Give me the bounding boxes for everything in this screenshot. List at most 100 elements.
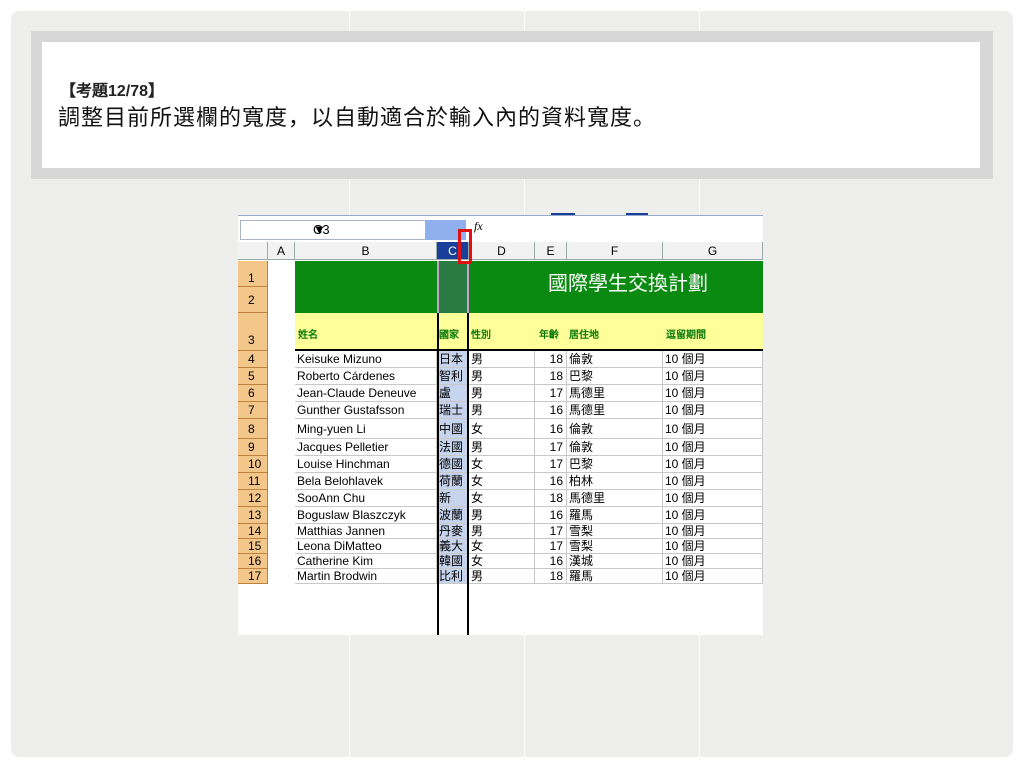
column-resize-highlight[interactable] [458,229,472,264]
cell-residence[interactable]: 柏林 [567,473,663,489]
cell-residence[interactable]: 倫敦 [567,351,663,367]
cell-stay[interactable]: 10 個月 [663,569,763,583]
cell-residence[interactable]: 羅馬 [567,569,663,583]
row-header-6[interactable]: 6 [238,385,268,402]
cell-stay[interactable]: 10 個月 [663,554,763,568]
cell-stay[interactable]: 10 個月 [663,368,763,384]
row-header-14[interactable]: 14 [238,524,268,539]
row-header-8[interactable]: 8 [238,419,268,439]
cell-residence[interactable]: 馬德里 [567,402,663,418]
cell-name[interactable]: Louise Hinchman [295,456,437,472]
cell-stay[interactable]: 10 個月 [663,419,763,438]
cell-name[interactable]: Leona DiMatteo [295,539,437,553]
row-header-15[interactable]: 15 [238,539,268,554]
row-header-17[interactable]: 17 [238,569,268,584]
cell-gender[interactable]: 男 [469,385,535,401]
cell-residence[interactable]: 倫敦 [567,419,663,438]
cell-stay[interactable]: 10 個月 [663,490,763,506]
cell-name[interactable]: Bela Belohlavek [295,473,437,489]
cell-country[interactable]: 智利 [437,368,469,384]
function-icon[interactable]: fx [474,219,483,234]
cell-stay[interactable]: 10 個月 [663,456,763,472]
row-header-2[interactable]: 2 [238,287,268,313]
cell-age[interactable]: 16 [535,419,567,438]
cell-gender[interactable]: 男 [469,569,535,583]
cell-age[interactable]: 17 [535,385,567,401]
cell-name[interactable]: SooAnn Chu [295,490,437,506]
cell-gender[interactable]: 女 [469,554,535,568]
row-header-9[interactable]: 9 [238,439,268,456]
cell-gender[interactable]: 男 [469,524,535,538]
cell-residence[interactable]: 雪梨 [567,524,663,538]
header-name[interactable]: 姓名 [298,326,318,341]
header-gender[interactable]: 性別 [471,326,491,341]
cell-country[interactable]: 義大 [437,539,469,553]
cell-age[interactable]: 16 [535,554,567,568]
name-box[interactable]: C3 ▼ [240,220,426,240]
cell-stay[interactable]: 10 個月 [663,524,763,538]
cell-residence[interactable]: 羅馬 [567,507,663,523]
header-stay[interactable]: 逗留期間 [666,326,706,341]
row-header-7[interactable]: 7 [238,402,268,419]
row-header-10[interactable]: 10 [238,456,268,473]
cell-stay[interactable]: 10 個月 [663,385,763,401]
cell-gender[interactable]: 女 [469,490,535,506]
selected-column-title-cell[interactable] [437,261,469,313]
cell-country[interactable]: 比利 [437,569,469,583]
cell-residence[interactable]: 漢城 [567,554,663,568]
cell-gender[interactable]: 女 [469,473,535,489]
cell-stay[interactable]: 10 個月 [663,539,763,553]
cell-gender[interactable]: 女 [469,539,535,553]
cell-residence[interactable]: 巴黎 [567,368,663,384]
cell-country[interactable]: 丹麥 [437,524,469,538]
cell-gender[interactable]: 男 [469,351,535,367]
row-header-1[interactable]: 1 [238,261,268,287]
cell-age[interactable]: 17 [535,539,567,553]
cell-age[interactable]: 16 [535,473,567,489]
column-header-e[interactable]: E [535,242,567,260]
cell-age[interactable]: 18 [535,351,567,367]
column-header-f[interactable]: F [567,242,663,260]
cell-country[interactable]: 中國 [437,419,469,438]
header-country[interactable]: 國家 [439,326,459,341]
cell-name[interactable]: Roberto Cárdenes [295,368,437,384]
cell-gender[interactable]: 女 [469,456,535,472]
cell-country[interactable]: 盧 [437,385,469,401]
cell-age[interactable]: 17 [535,524,567,538]
cell-name[interactable]: Keisuke Mizuno [295,351,437,367]
row-header-12[interactable]: 12 [238,490,268,507]
cell-gender[interactable]: 男 [469,439,535,455]
cell-name[interactable]: Ming-yuen Li [295,419,437,438]
cell-name[interactable]: Jacques Pelletier [295,439,437,455]
cell-gender[interactable]: 男 [469,507,535,523]
row-header-5[interactable]: 5 [238,368,268,385]
cell-age[interactable]: 17 [535,456,567,472]
cell-name[interactable]: Matthias Jannen [295,524,437,538]
cell-stay[interactable]: 10 個月 [663,402,763,418]
cell-residence[interactable]: 巴黎 [567,456,663,472]
row-header-4[interactable]: 4 [238,351,268,368]
row-header-3[interactable]: 3 [238,313,268,351]
cell-country[interactable]: 荷蘭 [437,473,469,489]
cell-stay[interactable]: 10 個月 [663,473,763,489]
cell-name[interactable]: Catherine Kim [295,554,437,568]
cell-gender[interactable]: 女 [469,419,535,438]
select-all-corner[interactable] [238,242,268,260]
cell-age[interactable]: 18 [535,569,567,583]
column-header-b[interactable]: B [295,242,437,260]
cell-age[interactable]: 18 [535,368,567,384]
row-header-11[interactable]: 11 [238,473,268,490]
cell-residence[interactable]: 馬德里 [567,385,663,401]
header-residence[interactable]: 居住地 [569,326,599,341]
cell-country[interactable]: 波蘭 [437,507,469,523]
cell-age[interactable]: 18 [535,490,567,506]
cell-stay[interactable]: 10 個月 [663,439,763,455]
cell-name[interactable]: Gunther Gustafsson [295,402,437,418]
cell-residence[interactable]: 雪梨 [567,539,663,553]
cell-age[interactable]: 17 [535,439,567,455]
cell-name[interactable]: Jean-Claude Deneuve [295,385,437,401]
column-header-d[interactable]: D [469,242,535,260]
cell-name[interactable]: Boguslaw Blaszczyk [295,507,437,523]
cell-age[interactable]: 16 [535,402,567,418]
cell-country[interactable]: 韓國 [437,554,469,568]
